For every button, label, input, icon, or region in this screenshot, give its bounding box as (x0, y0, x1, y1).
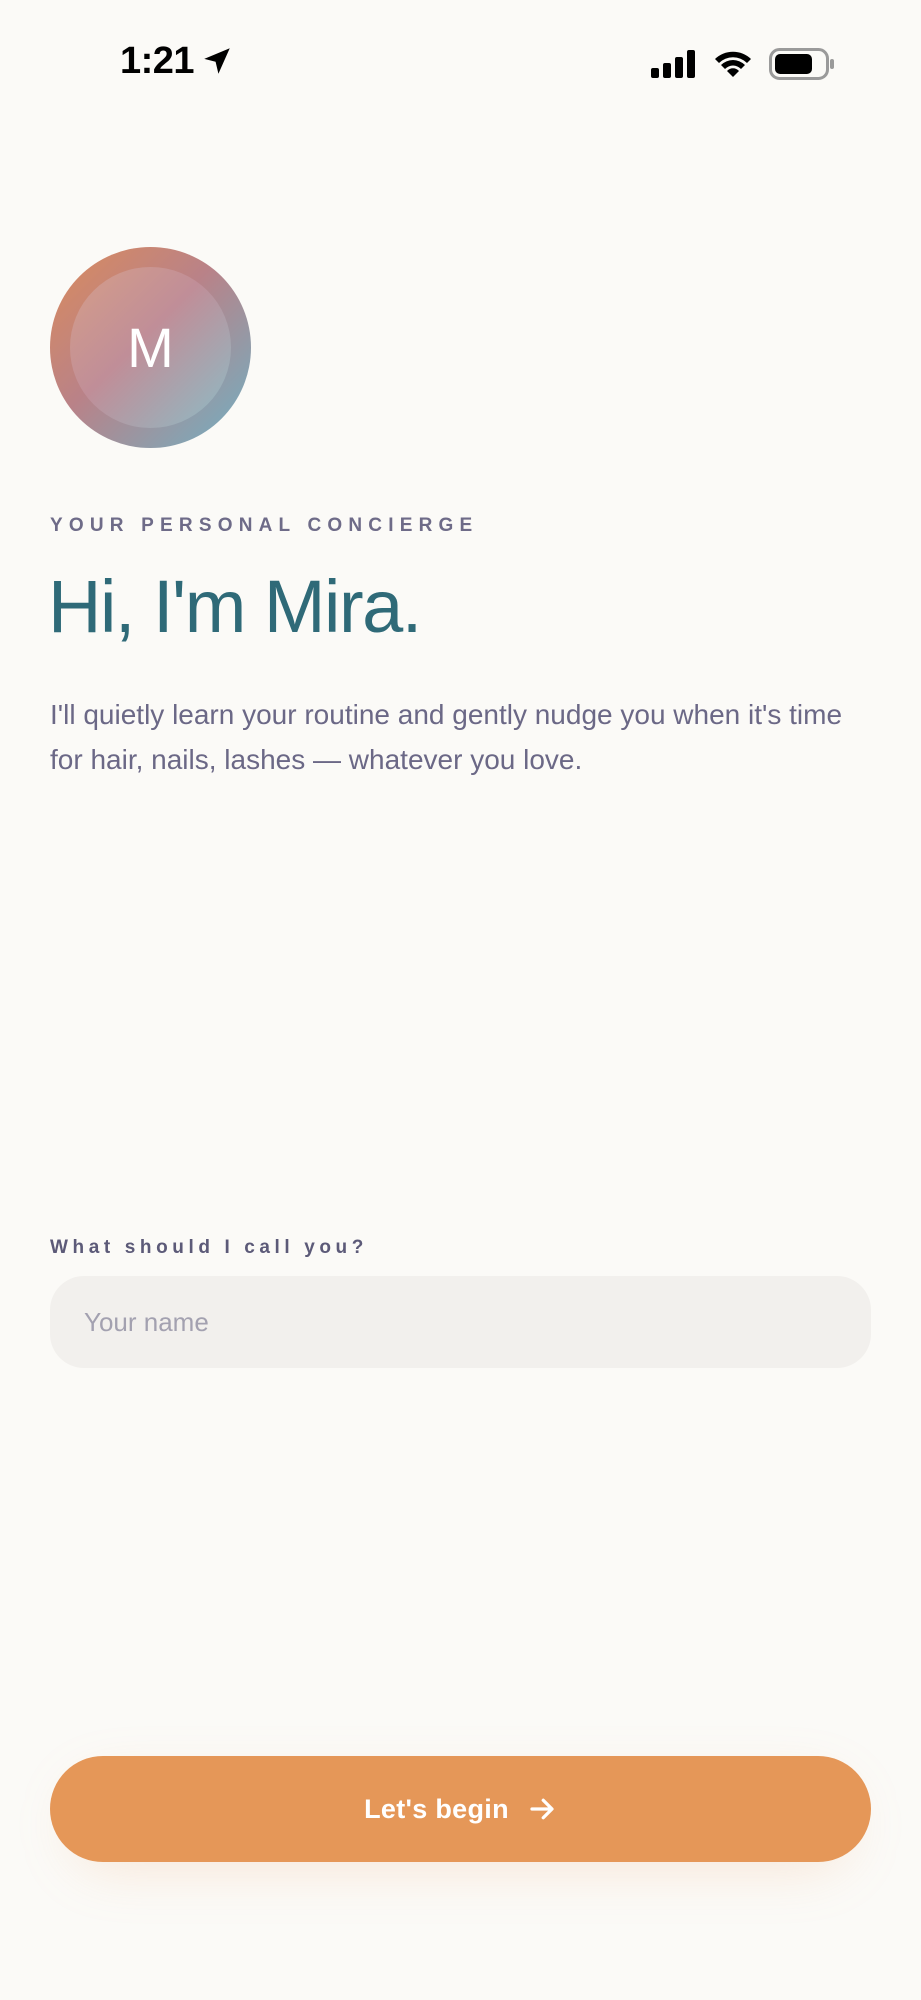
wifi-icon (713, 49, 753, 84)
lets-begin-button[interactable]: Let's begin (50, 1756, 871, 1862)
status-time: 1:21 (120, 40, 195, 82)
avatar-initial: M (127, 315, 174, 379)
name-field-label: What should I call you? (50, 1237, 368, 1258)
assistant-avatar: M (50, 247, 251, 448)
status-icons (651, 48, 835, 85)
greeting-heading: Hi, I'm Mira. (48, 565, 422, 648)
location-arrow-icon (200, 44, 234, 78)
arrow-right-icon (527, 1794, 557, 1824)
name-input[interactable] (50, 1276, 871, 1368)
cellular-signal-icon (651, 50, 697, 83)
assistant-avatar-inner: M (70, 267, 231, 428)
status-bar: 1:21 (0, 0, 921, 130)
intro-description: I'll quietly learn your routine and gent… (50, 699, 843, 775)
lets-begin-label: Let's begin (364, 1793, 509, 1824)
eyebrow-label: YOUR PERSONAL CONCIERGE (50, 515, 479, 536)
status-time-group: 1:21 (120, 42, 234, 80)
onboarding-screen: 1:21 M YOUR PERSONAL CONCIERGE Hi, I'm M… (0, 0, 921, 2000)
battery-icon (769, 48, 835, 85)
